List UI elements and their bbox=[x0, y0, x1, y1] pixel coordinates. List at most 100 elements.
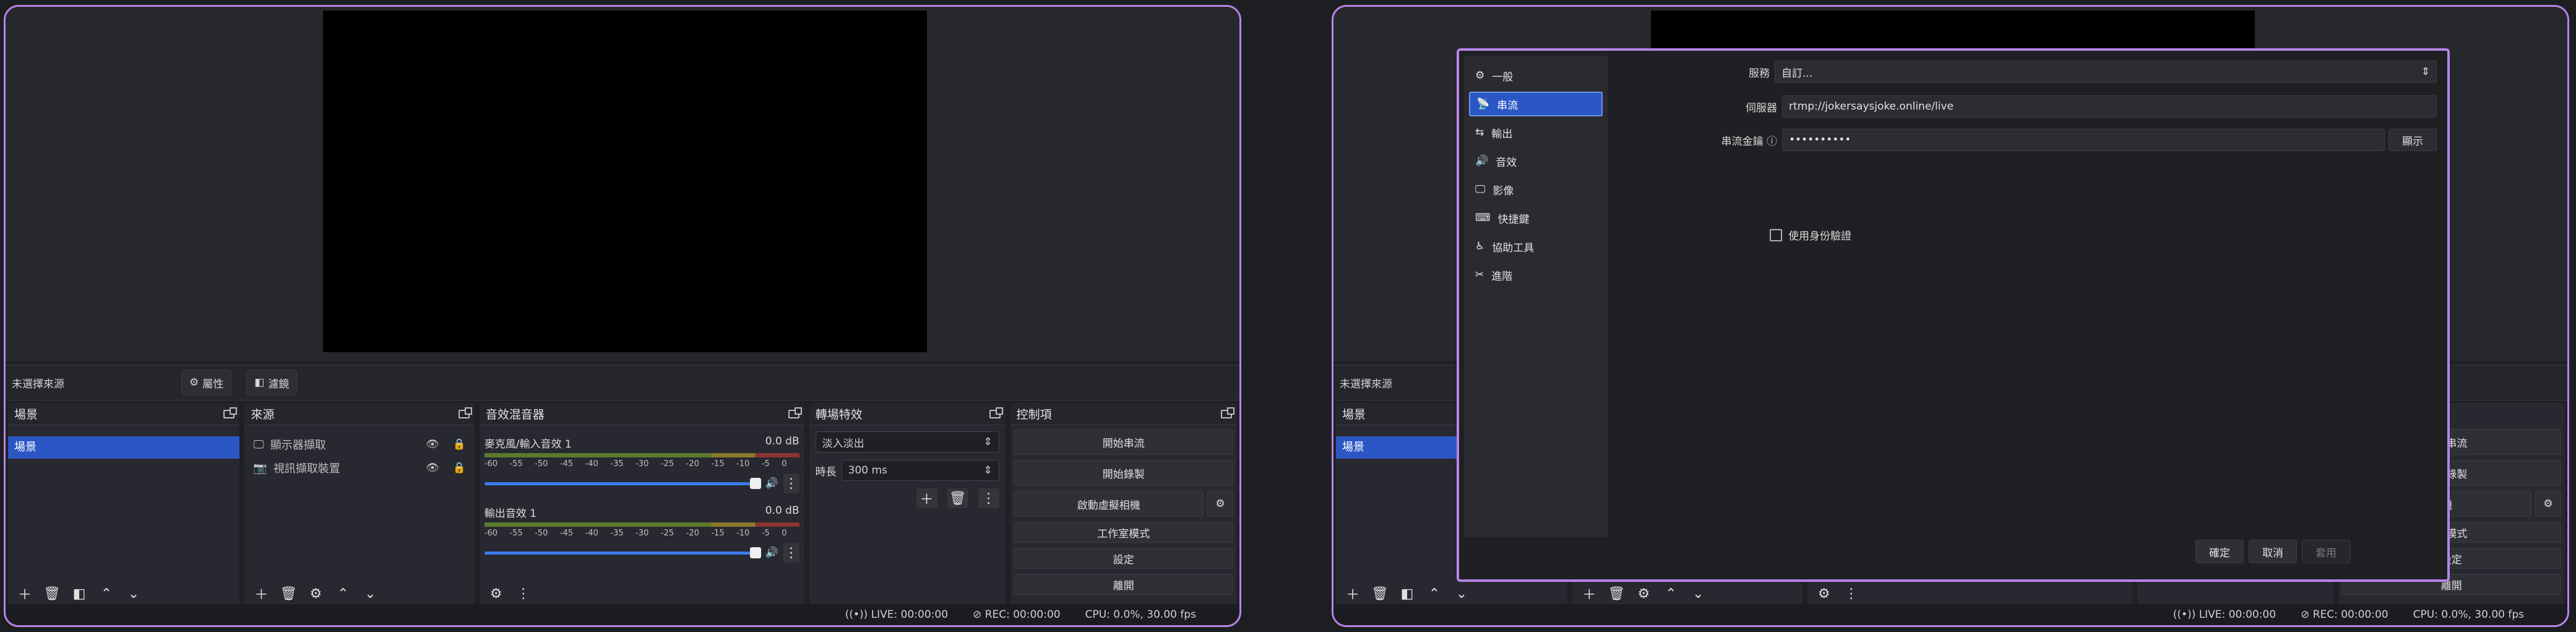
start-streaming-button[interactable]: 開始串流 bbox=[1014, 429, 1233, 455]
filter-icon[interactable]: ◧ bbox=[1397, 584, 1418, 604]
trash-icon[interactable]: 🗑 bbox=[1606, 584, 1627, 604]
undock-icon[interactable] bbox=[788, 407, 802, 418]
stream-key-input[interactable]: •••••••••• bbox=[1782, 129, 2385, 151]
nav-accessibility[interactable]: ♿ 協助工具 bbox=[1469, 234, 1603, 259]
menu-icon[interactable]: ⋮ bbox=[783, 543, 799, 563]
chevron-up-icon[interactable]: ⌃ bbox=[96, 584, 117, 604]
accessibility-icon: ♿ bbox=[1475, 240, 1485, 253]
duration-spinbox[interactable]: 300 ms ⇕ bbox=[841, 460, 999, 481]
trash-icon[interactable]: 🗑 bbox=[278, 584, 299, 604]
mixer-db: 0.0 dB bbox=[765, 435, 799, 448]
monitor-icon: 🖵 bbox=[253, 438, 264, 451]
exit-button[interactable]: 離開 bbox=[1014, 574, 1233, 595]
status-bar: ((•)) LIVE: 00:00:00 ⊘ REC: 00:00:00 CPU… bbox=[6, 604, 1239, 625]
trash-icon[interactable]: 🗑 bbox=[947, 488, 968, 508]
lock-icon[interactable]: 🔒 bbox=[453, 462, 466, 474]
chevron-down-icon[interactable]: ⌄ bbox=[1451, 584, 1472, 604]
scene-item[interactable]: 場景 bbox=[8, 436, 240, 459]
cancel-button[interactable]: 取消 bbox=[2249, 540, 2297, 563]
mixer-settings-icon[interactable]: ⚙ bbox=[1814, 584, 1835, 604]
start-virtual-camera-button[interactable]: 啟動虛擬相機 bbox=[1014, 491, 1204, 517]
speaker-icon[interactable]: 🔊 bbox=[765, 477, 778, 490]
chevron-down-icon[interactable]: ⌄ bbox=[360, 584, 381, 604]
source-toolbar: 未選擇來源 ⚙ 屬性 ◧ 濾鏡 bbox=[6, 365, 1239, 400]
visibility-icon[interactable]: 👁 bbox=[426, 462, 439, 474]
speaker-icon[interactable]: 🔊 bbox=[765, 547, 778, 559]
updown-icon: ⇕ bbox=[2421, 66, 2430, 78]
show-button[interactable]: 顯示 bbox=[2389, 129, 2437, 151]
preview-canvas[interactable] bbox=[323, 11, 927, 352]
gear-icon[interactable]: ⚙ bbox=[1207, 491, 1233, 517]
source-item[interactable]: 🖵 顯示器擷取 👁 🔒 bbox=[244, 433, 474, 456]
stream-key-row: 串流金鑰 ⓘ •••••••••• 顯示 bbox=[1707, 129, 2437, 151]
lock-icon[interactable]: 🔒 bbox=[453, 438, 466, 451]
add-icon[interactable]: ＋ bbox=[916, 488, 937, 508]
menu-icon[interactable]: ⋮ bbox=[513, 584, 534, 604]
nav-advanced[interactable]: ✂ 進階 bbox=[1469, 262, 1603, 287]
filter-icon[interactable]: ◧ bbox=[69, 584, 90, 604]
server-row: 伺服器 rtmp://jokersaysjoke.online/live bbox=[1707, 95, 2437, 118]
rec-status: ⊘ REC: 00:00:00 bbox=[973, 608, 1061, 621]
gear-icon[interactable]: ⚙ bbox=[1633, 584, 1654, 604]
add-icon[interactable]: ＋ bbox=[251, 584, 272, 604]
apply-button[interactable]: 套用 bbox=[2302, 540, 2350, 563]
service-row: 服務 自訂... ⇕ bbox=[1707, 61, 2437, 83]
undock-icon[interactable] bbox=[989, 407, 1003, 418]
filter-icon: ◧ bbox=[254, 376, 265, 389]
filters-button[interactable]: ◧ 濾鏡 bbox=[246, 370, 298, 396]
add-icon[interactable]: ＋ bbox=[14, 584, 35, 604]
chevron-down-icon[interactable]: ⌄ bbox=[123, 584, 144, 604]
add-icon[interactable]: ＋ bbox=[1579, 584, 1600, 604]
undock-icon[interactable] bbox=[1221, 407, 1234, 418]
visibility-icon[interactable]: 👁 bbox=[426, 438, 439, 451]
undock-icon[interactable] bbox=[458, 407, 472, 418]
chevron-up-icon[interactable]: ⌃ bbox=[1660, 584, 1681, 604]
live-status: ((•)) LIVE: 00:00:00 bbox=[2173, 608, 2277, 621]
menu-icon[interactable]: ⋮ bbox=[1841, 584, 1862, 604]
gear-icon[interactable]: ⚙ bbox=[305, 584, 326, 604]
volume-meter bbox=[484, 453, 799, 457]
nav-general[interactable]: ⚙ 一般 bbox=[1469, 63, 1603, 88]
volume-slider[interactable] bbox=[484, 547, 762, 558]
controls-title: 控制項 bbox=[1016, 408, 1052, 422]
sources-title: 來源 bbox=[251, 408, 275, 422]
start-recording-button[interactable]: 開始錄製 bbox=[1014, 460, 1233, 486]
nav-output[interactable]: ⇆ 輸出 bbox=[1469, 120, 1603, 145]
mixer-db: 0.0 dB bbox=[765, 504, 799, 517]
broadcast-icon: ((•)) bbox=[2173, 608, 2196, 621]
properties-button[interactable]: ⚙ 屬性 bbox=[181, 370, 232, 396]
transition-select[interactable]: 淡入淡出 ⇕ bbox=[815, 431, 999, 452]
trash-icon[interactable]: 🗑 bbox=[1369, 584, 1390, 604]
preview-area[interactable] bbox=[6, 7, 1239, 361]
mixer-title: 音效混音器 bbox=[485, 408, 545, 422]
nav-hotkeys[interactable]: ⌨ 快捷鍵 bbox=[1469, 206, 1603, 230]
nav-video[interactable]: 🖵 影像 bbox=[1469, 177, 1603, 202]
chevron-down-icon[interactable]: ⌄ bbox=[1687, 584, 1708, 604]
studio-mode-button[interactable]: 工作室模式 bbox=[1014, 522, 1233, 543]
meter-scale: -60 -55 -50 -45 -40 -35 -30 -25 -20 -15 -10 -5 0 bbox=[484, 529, 787, 538]
docks-row: 場景 場景 ＋ 🗑 ◧ ⌃ ⌄ 來源 🖵 顯示器擷取 👁 🔒 📷 視訊擷取裝置 👁 🔒 ＋ … bbox=[6, 403, 1239, 606]
auth-checkbox[interactable] bbox=[1770, 228, 1782, 241]
service-select[interactable]: 自訂... ⇕ bbox=[1775, 61, 2437, 83]
gear-icon[interactable]: ⚙ bbox=[2535, 491, 2561, 517]
ok-button[interactable]: 確定 bbox=[2195, 540, 2244, 563]
settings-button[interactable]: 設定 bbox=[1014, 548, 1233, 569]
nav-stream[interactable]: 📡 串流 bbox=[1469, 92, 1603, 116]
chevron-up-icon[interactable]: ⌃ bbox=[1424, 584, 1445, 604]
chevron-up-icon[interactable]: ⌃ bbox=[332, 584, 353, 604]
gear-icon: ⚙ bbox=[189, 376, 199, 389]
add-icon[interactable]: ＋ bbox=[1342, 584, 1363, 604]
gear-icon: ⚙ bbox=[1475, 69, 1485, 82]
stream-key-label: 串流金鑰 ⓘ bbox=[1721, 135, 1777, 148]
tools-icon: ✂ bbox=[1475, 269, 1484, 281]
nav-audio[interactable]: 🔊 音效 bbox=[1469, 149, 1603, 173]
volume-slider[interactable] bbox=[484, 477, 762, 489]
menu-icon[interactable]: ⋮ bbox=[783, 474, 799, 493]
trash-icon[interactable]: 🗑 bbox=[41, 584, 62, 604]
mixer-settings-icon[interactable]: ⚙ bbox=[486, 584, 507, 604]
undock-icon[interactable] bbox=[223, 407, 238, 418]
server-input[interactable]: rtmp://jokersaysjoke.online/live bbox=[1782, 95, 2437, 118]
mixer-channel-name: 輸出音效 1 bbox=[484, 508, 536, 520]
source-item[interactable]: 📷 視訊擷取裝置 👁 🔒 bbox=[244, 456, 474, 480]
menu-icon[interactable]: ⋮ bbox=[978, 488, 999, 508]
